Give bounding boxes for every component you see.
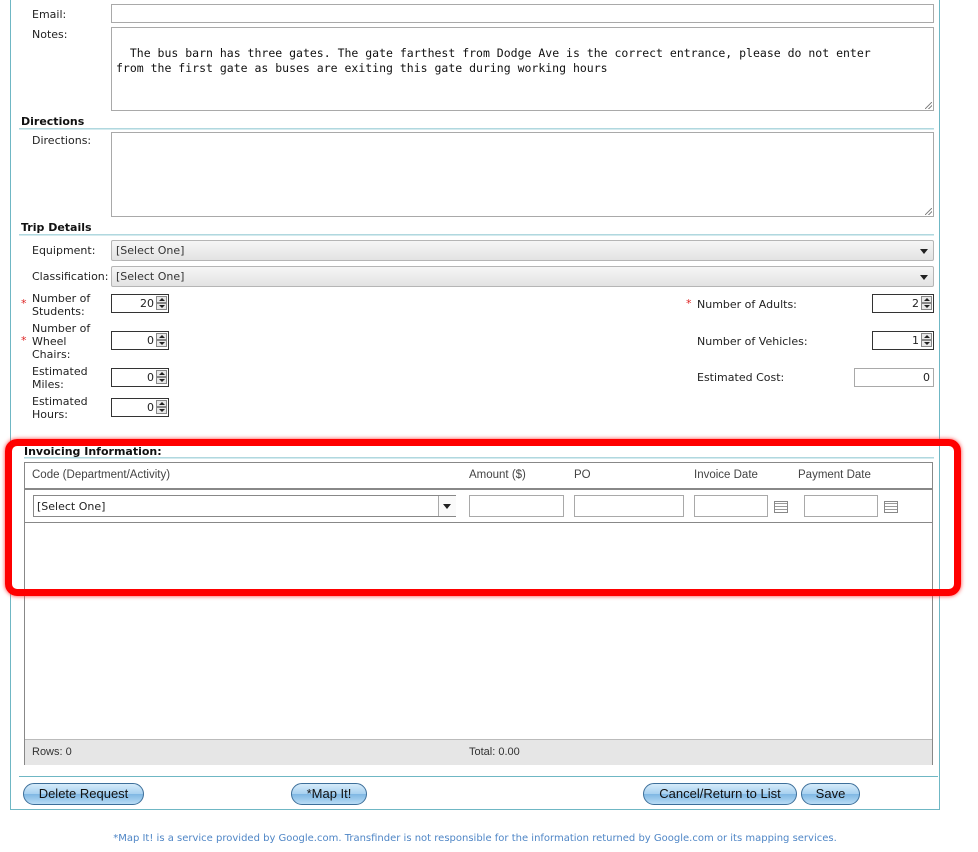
stepper-up-icon[interactable] <box>156 296 167 303</box>
students-value: 20 <box>140 297 154 310</box>
email-label: Email: <box>32 8 67 21</box>
hours-label: Estimated Hours: <box>32 395 88 421</box>
wheelchairs-label-line1: Number of <box>32 322 91 335</box>
total-amount: Total: 0.00 <box>469 746 520 758</box>
stepper-up-icon[interactable] <box>921 333 932 340</box>
email-field[interactable] <box>111 4 934 23</box>
stepper-buttons[interactable] <box>921 296 932 311</box>
required-marker: * <box>21 297 27 310</box>
hours-stepper[interactable]: 0 <box>111 398 169 417</box>
directions-label: Directions: <box>32 134 92 147</box>
stepper-up-icon[interactable] <box>156 333 167 340</box>
adults-label: Number of Adults: <box>697 298 797 311</box>
map-disclaimer: *Map It! is a service provided by Google… <box>113 833 837 844</box>
cancel-return-button[interactable]: Cancel/Return to List <box>643 783 797 805</box>
vehicles-label: Number of Vehicles: <box>697 335 808 348</box>
highlight-annotation <box>5 439 961 596</box>
delete-request-button[interactable]: Delete Request <box>23 783 144 805</box>
stepper-down-icon[interactable] <box>156 377 167 384</box>
equipment-label: Equipment: <box>32 244 96 257</box>
stepper-buttons[interactable] <box>156 400 167 415</box>
wheelchairs-label: Number of Wheel Chairs: <box>32 322 90 361</box>
students-stepper[interactable]: 20 <box>111 294 169 313</box>
stepper-buttons[interactable] <box>921 333 932 348</box>
hours-label-line2: Hours: <box>32 408 68 421</box>
form-border-right <box>939 0 940 810</box>
vehicles-value: 1 <box>912 334 919 347</box>
students-label-line1: Number of <box>32 292 91 305</box>
wheelchairs-value: 0 <box>147 334 154 347</box>
invoice-grid-footer: Rows: 0 Total: 0.00 <box>25 739 932 765</box>
equipment-select[interactable]: [Select One] <box>111 240 934 261</box>
stepper-buttons[interactable] <box>156 333 167 348</box>
notes-label: Notes: <box>32 28 68 41</box>
estimated-cost-field[interactable]: 0 <box>854 368 934 387</box>
students-label-line2: Students: <box>32 305 85 318</box>
form-border-left <box>10 0 11 810</box>
miles-label-line1: Estimated <box>32 365 88 378</box>
save-button[interactable]: Save <box>801 783 860 805</box>
miles-label: Estimated Miles: <box>32 365 88 391</box>
required-marker: * <box>21 334 27 347</box>
stepper-buttons[interactable] <box>156 370 167 385</box>
hours-label-line1: Estimated <box>32 395 88 408</box>
miles-stepper[interactable]: 0 <box>111 368 169 387</box>
adults-stepper[interactable]: 2 <box>872 294 934 313</box>
classification-label: Classification: <box>32 270 109 283</box>
map-it-button[interactable]: *Map It! <box>291 783 367 805</box>
rows-count: Rows: 0 <box>32 746 72 758</box>
stepper-up-icon[interactable] <box>156 400 167 407</box>
chevron-down-icon <box>920 275 928 280</box>
chevron-down-icon <box>920 249 928 254</box>
students-label: Number of Students: <box>32 292 90 318</box>
stepper-down-icon[interactable] <box>156 303 167 310</box>
wheelchairs-label-line3: Chairs: <box>32 348 71 361</box>
miles-value: 0 <box>147 371 154 384</box>
resize-handle-icon[interactable] <box>925 208 932 215</box>
form-inner-border-bottom <box>19 776 938 777</box>
stepper-down-icon[interactable] <box>156 407 167 414</box>
equipment-selected-value: [Select One] <box>116 244 185 257</box>
notes-textarea[interactable]: The bus barn has three gates. The gate f… <box>111 27 934 111</box>
classification-selected-value: [Select One] <box>116 270 185 283</box>
miles-label-line2: Miles: <box>32 378 64 391</box>
stepper-buttons[interactable] <box>156 296 167 311</box>
stepper-down-icon[interactable] <box>156 340 167 347</box>
hours-value: 0 <box>147 401 154 414</box>
notes-text: The bus barn has three gates. The gate f… <box>116 46 871 75</box>
trip-details-section-title: Trip Details <box>21 221 92 234</box>
classification-select[interactable]: [Select One] <box>111 266 934 287</box>
directions-textarea[interactable] <box>111 132 934 217</box>
required-marker: * <box>686 297 692 310</box>
form-border-bottom <box>10 809 940 810</box>
resize-handle-icon[interactable] <box>925 102 932 109</box>
directions-section-title: Directions <box>21 115 85 128</box>
directions-section-divider <box>19 128 934 130</box>
wheelchairs-label-line2: Wheel <box>32 335 67 348</box>
stepper-down-icon[interactable] <box>921 340 932 347</box>
trip-details-section-divider <box>19 234 934 236</box>
stepper-up-icon[interactable] <box>921 296 932 303</box>
estimated-cost-label: Estimated Cost: <box>697 371 785 384</box>
wheelchairs-stepper[interactable]: 0 <box>111 331 169 350</box>
adults-value: 2 <box>912 297 919 310</box>
stepper-down-icon[interactable] <box>921 303 932 310</box>
stepper-up-icon[interactable] <box>156 370 167 377</box>
vehicles-stepper[interactable]: 1 <box>872 331 934 350</box>
